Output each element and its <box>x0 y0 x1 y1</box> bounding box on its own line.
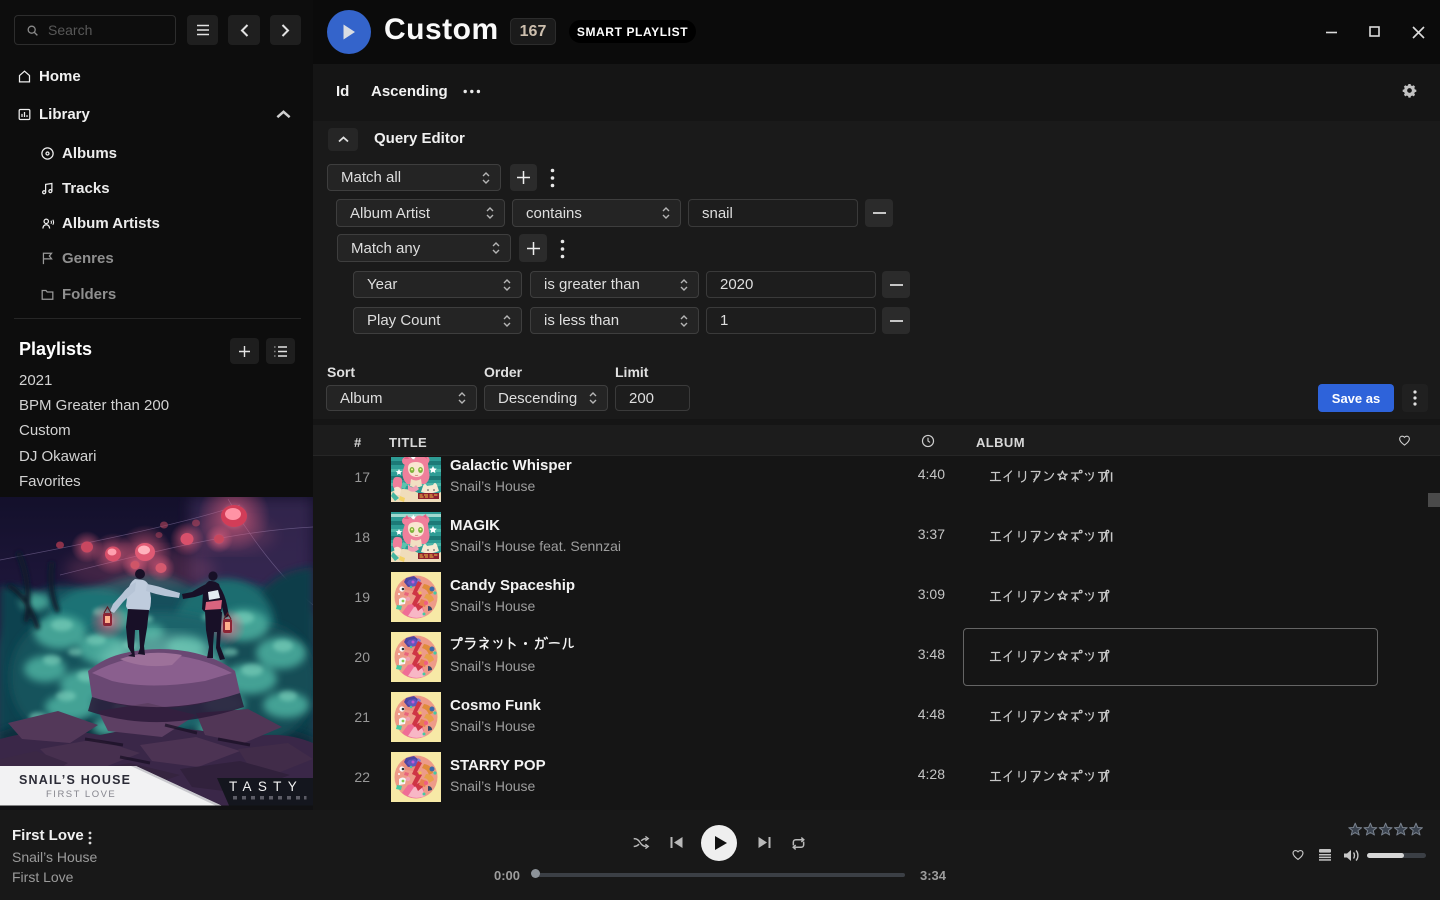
svg-text:TASTY: TASTY <box>229 779 303 794</box>
svg-text:SNAIL’S HOUSE: SNAIL’S HOUSE <box>19 773 131 787</box>
svg-text:FIRST LOVE: FIRST LOVE <box>46 789 116 800</box>
